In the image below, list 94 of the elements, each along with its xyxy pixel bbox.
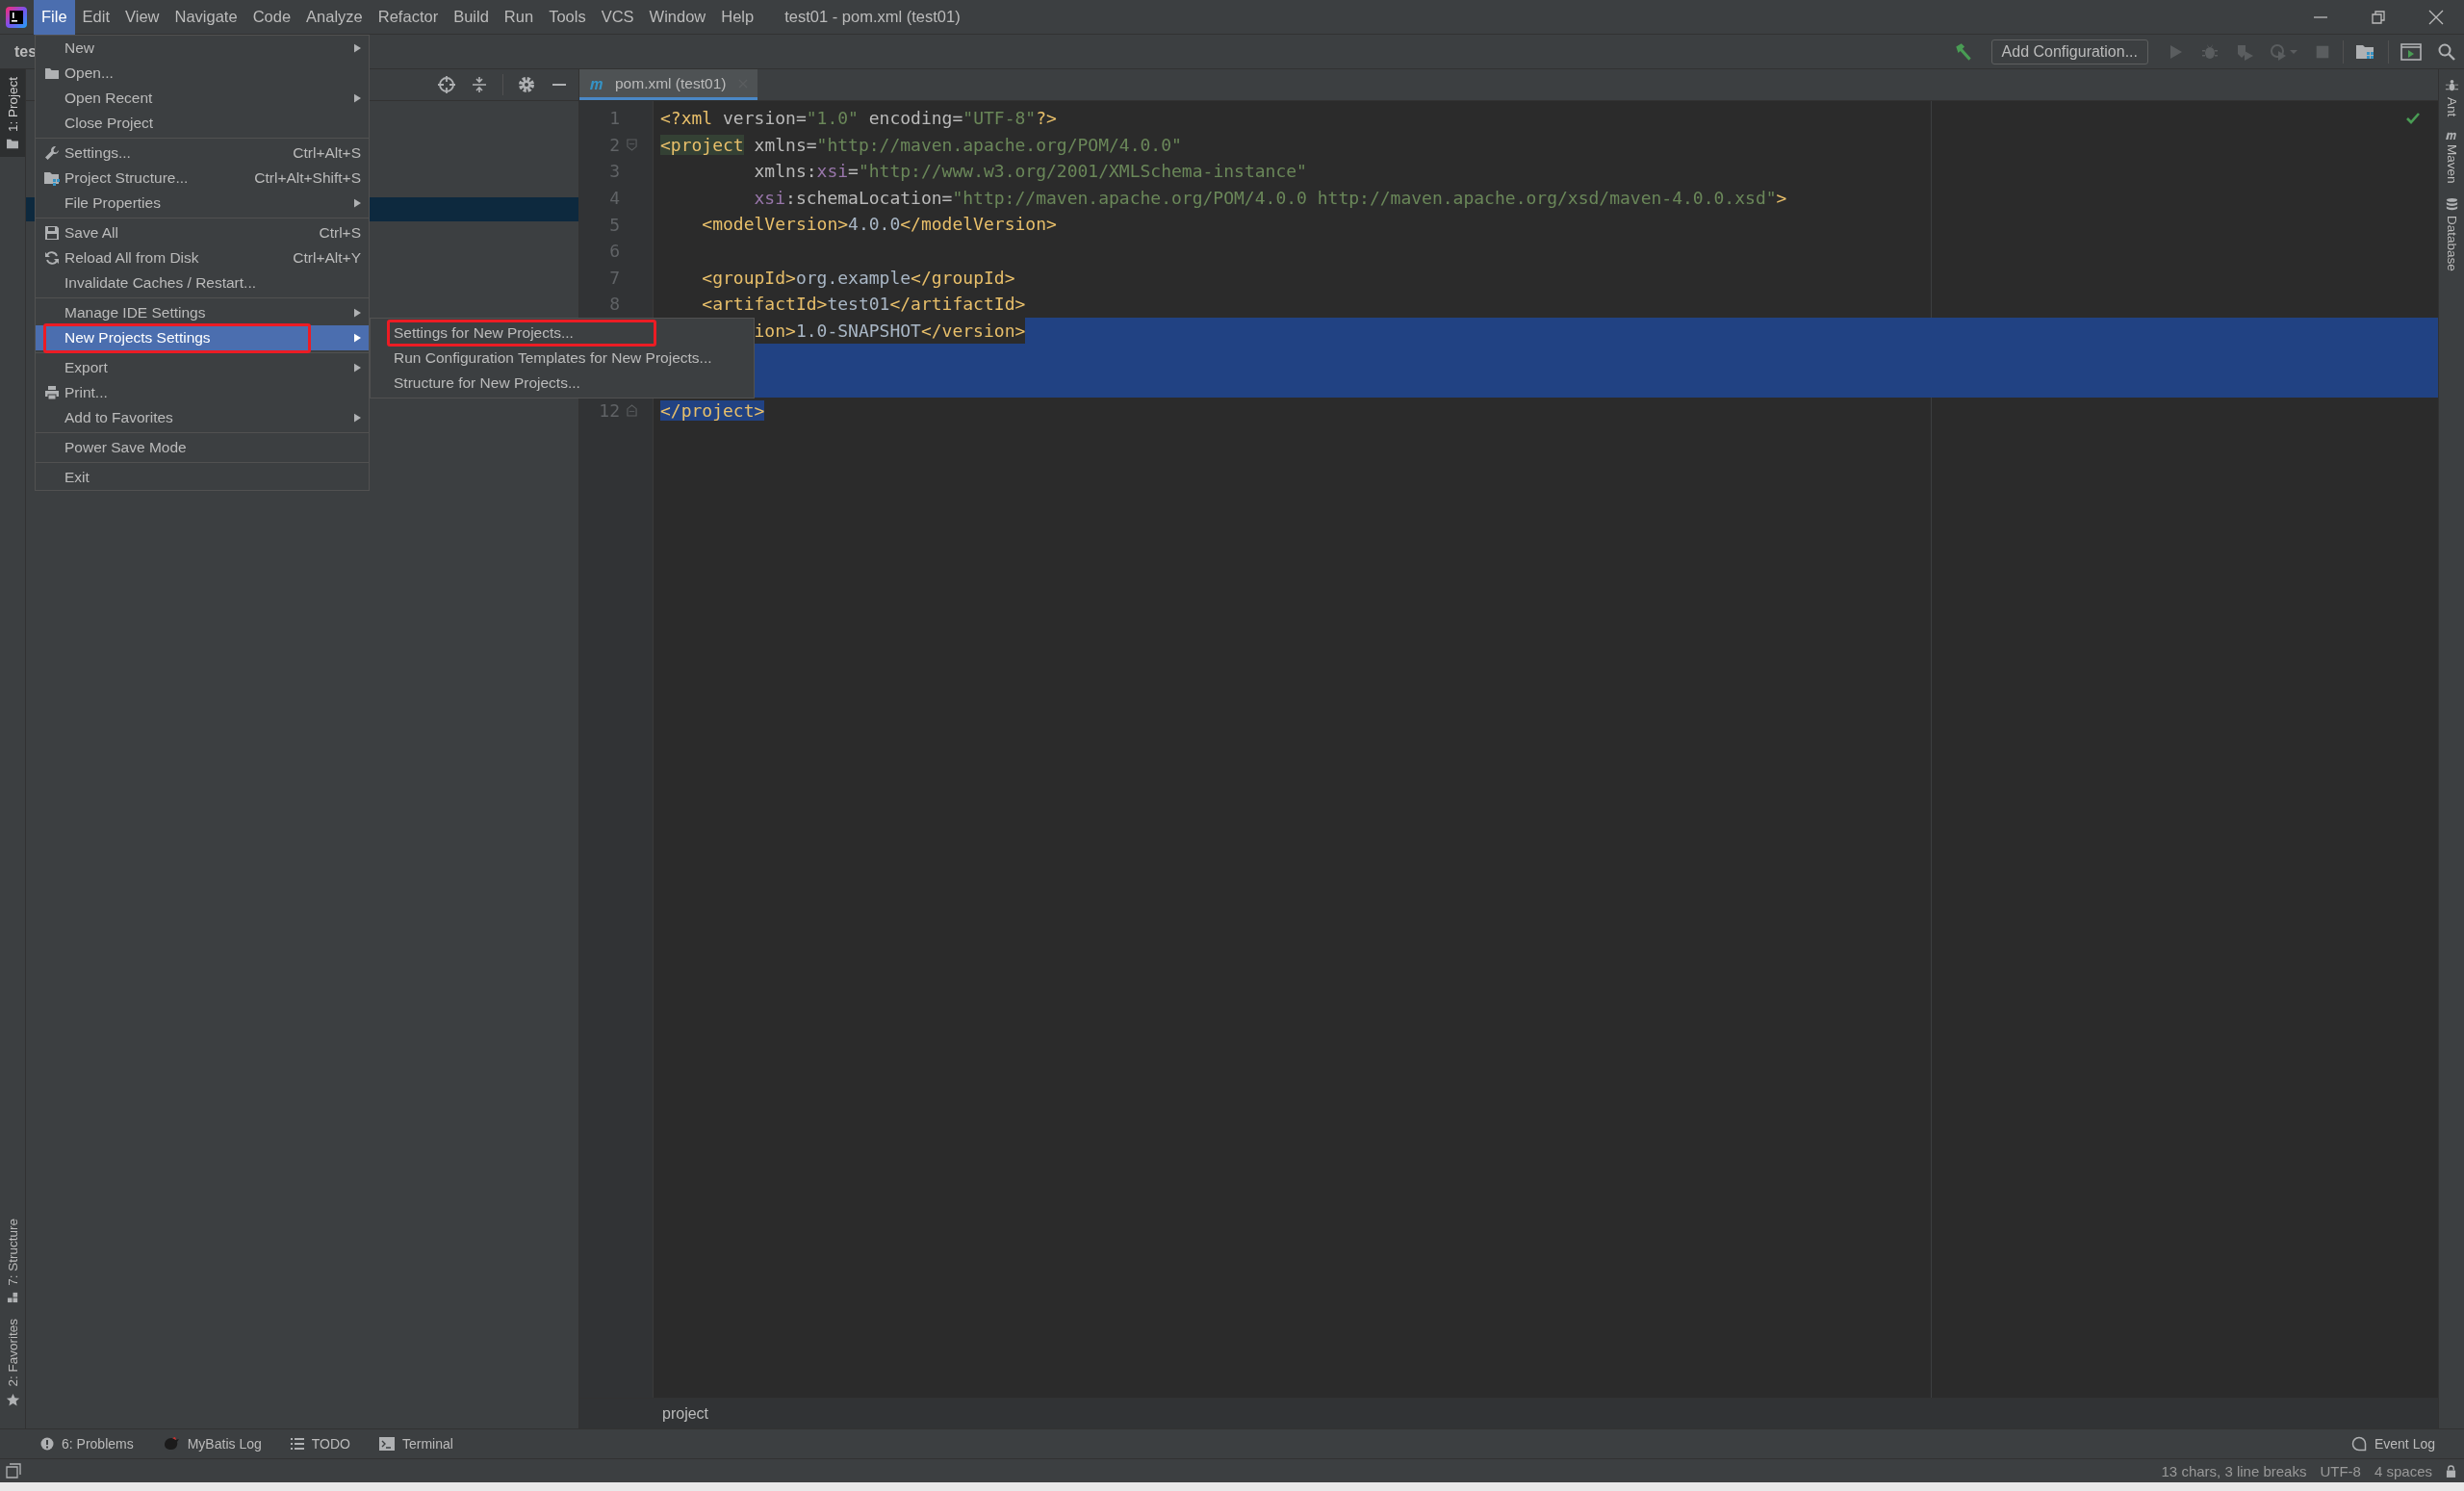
- menu-item[interactable]: Print...: [36, 380, 369, 405]
- reload-icon: [44, 250, 60, 266]
- menu-item[interactable]: Power Save Mode: [36, 435, 369, 460]
- fold-marker-icon[interactable]: [626, 403, 637, 417]
- tool-window-tab[interactable]: Database: [2444, 196, 2459, 271]
- menu-item[interactable]: File Properties: [36, 191, 369, 216]
- folder-icon: [6, 138, 19, 150]
- warning-icon: [40, 1437, 54, 1451]
- submenu-arrow-icon: [354, 413, 361, 423]
- menu-bar-item[interactable]: Code: [244, 0, 299, 35]
- event-log-button[interactable]: Event Log: [2350, 1436, 2435, 1452]
- status-text[interactable]: 13 chars, 3 line breaks: [2161, 1462, 2307, 1479]
- tool-window-tab[interactable]: 7: Structure: [0, 1210, 25, 1312]
- wrench-icon: [44, 145, 60, 161]
- tool-window-tab[interactable]: 2: Favorites: [0, 1311, 25, 1415]
- code-line: xmlns:xsi="http://www.w3.org/2001/XMLSchema-instance": [753, 160, 1307, 184]
- menu-bar-item[interactable]: File: [34, 0, 75, 35]
- app-logo-icon: [5, 5, 28, 29]
- menu-item[interactable]: Invalidate Caches / Restart...: [36, 270, 369, 296]
- code-line: ion>1.0-SNAPSHOT</version>: [753, 319, 1026, 343]
- menu-item[interactable]: Save All Ctrl+S: [36, 220, 369, 245]
- speech-bubble-icon: [2350, 1436, 2367, 1452]
- gear-icon[interactable]: [517, 75, 536, 94]
- tool-window-tab[interactable]: Ant: [2444, 79, 2459, 117]
- code-line: <project xmlns="http://maven.apache.org/POM/4.0.0": [660, 133, 1182, 157]
- locate-icon[interactable]: [437, 75, 456, 94]
- printer-icon: [44, 385, 60, 400]
- menu-item[interactable]: New: [36, 36, 369, 61]
- submenu-arrow-icon: [354, 43, 361, 53]
- menu-bar-item[interactable]: Edit: [74, 0, 118, 35]
- menu-item[interactable]: Export: [36, 355, 369, 380]
- ant-icon: [2444, 79, 2459, 93]
- tool-window-tab[interactable]: Maven: [2444, 130, 2459, 184]
- menu-item[interactable]: Open Recent: [36, 86, 369, 111]
- menu-item[interactable]: Project Structure... Ctrl+Alt+Shift+S: [36, 166, 369, 191]
- list-icon: [290, 1438, 304, 1450]
- submenu-arrow-icon: [354, 308, 361, 318]
- code-line: xsi:schemaLocation="http://maven.apache.org/POM/4.0.0 http://maven.apache.org/xsd/maven-4.0.0.xsd">: [753, 186, 1787, 210]
- project-structure-icon: [43, 170, 61, 186]
- menu-item[interactable]: Exit: [36, 465, 369, 490]
- bird-icon: [162, 1436, 180, 1452]
- search-icon[interactable]: [2437, 41, 2456, 62]
- submenu-arrow-icon: [354, 93, 361, 103]
- window-title: test01 - pom.xml (test01): [784, 8, 961, 26]
- menu-item[interactable]: Structure for New Projects...: [371, 371, 754, 396]
- menu-bar-item[interactable]: Refactor: [370, 0, 447, 35]
- run-anything-icon[interactable]: [2400, 41, 2422, 62]
- add-configuration-button[interactable]: Add Configuration...: [1990, 39, 2148, 64]
- fold-marker-icon[interactable]: [626, 138, 637, 151]
- tool-window-tab[interactable]: 6: Problems: [40, 1436, 134, 1452]
- menu-bar-item[interactable]: Build: [446, 0, 497, 35]
- code-line: <?xml version="1.0" encoding="UTF-8"?>: [660, 107, 1057, 130]
- menu-bar-item[interactable]: Tools: [541, 0, 594, 35]
- menu-item[interactable]: Open...: [36, 61, 369, 86]
- menu-item[interactable]: Settings... Ctrl+Alt+S: [36, 141, 369, 166]
- menu-bar-item[interactable]: Navigate: [167, 0, 245, 35]
- submenu-arrow-icon: [354, 363, 361, 373]
- menu-bar-item[interactable]: Run: [496, 0, 542, 35]
- submenu-arrow-icon: [354, 333, 361, 343]
- status-text[interactable]: UTF-8: [2320, 1462, 2361, 1479]
- editor-tab[interactable]: pom.xml (test01): [579, 69, 758, 100]
- menu-item[interactable]: Settings for New Projects...: [371, 321, 754, 346]
- structure-icon: [6, 1291, 19, 1304]
- terminal-icon: [378, 1437, 395, 1451]
- collapse-all-icon[interactable]: [470, 75, 489, 94]
- menu-bar-item[interactable]: View: [117, 0, 167, 35]
- tool-window-tab[interactable]: Terminal: [378, 1436, 453, 1452]
- database-icon: [2444, 196, 2459, 212]
- maven-icon: [2444, 130, 2459, 141]
- submenu-arrow-icon: [354, 198, 361, 208]
- menu-item[interactable]: Reload All from Disk Ctrl+Alt+Y: [36, 245, 369, 270]
- panel-toggle-icon[interactable]: [6, 1463, 21, 1478]
- star-icon: [5, 1393, 20, 1407]
- code-line: <groupId>org.example</groupId>: [701, 266, 1015, 290]
- menu-item[interactable]: Run Configuration Templates for New Projects...: [371, 346, 754, 371]
- menu-item[interactable]: New Projects Settings: [36, 325, 369, 350]
- tool-window-tab[interactable]: 1: Project: [0, 69, 25, 158]
- menu-bar-item[interactable]: VCS: [593, 0, 642, 35]
- menu-item[interactable]: Manage IDE Settings: [36, 300, 369, 325]
- code-line: <modelVersion>4.0.0</modelVersion>: [701, 213, 1057, 237]
- lock-icon[interactable]: [2446, 1464, 2456, 1478]
- tool-window-tab[interactable]: MyBatis Log: [162, 1436, 262, 1452]
- folder-icon: [44, 66, 60, 80]
- tool-window-tab[interactable]: TODO: [290, 1436, 350, 1452]
- breadcrumb[interactable]: project: [662, 1404, 709, 1423]
- project-name: tes: [14, 42, 38, 61]
- menu-bar-item[interactable]: Help: [713, 0, 762, 35]
- code-line: <artifactId>test01</artifactId>: [701, 293, 1026, 317]
- menu-item[interactable]: Close Project: [36, 111, 369, 136]
- status-text[interactable]: 4 spaces: [2374, 1462, 2432, 1479]
- menu-bar-item[interactable]: Analyze: [298, 0, 371, 35]
- check-icon: [2405, 111, 2421, 126]
- menu-item[interactable]: Add to Favorites: [36, 405, 369, 430]
- menu-bar-item[interactable]: Window: [641, 0, 714, 35]
